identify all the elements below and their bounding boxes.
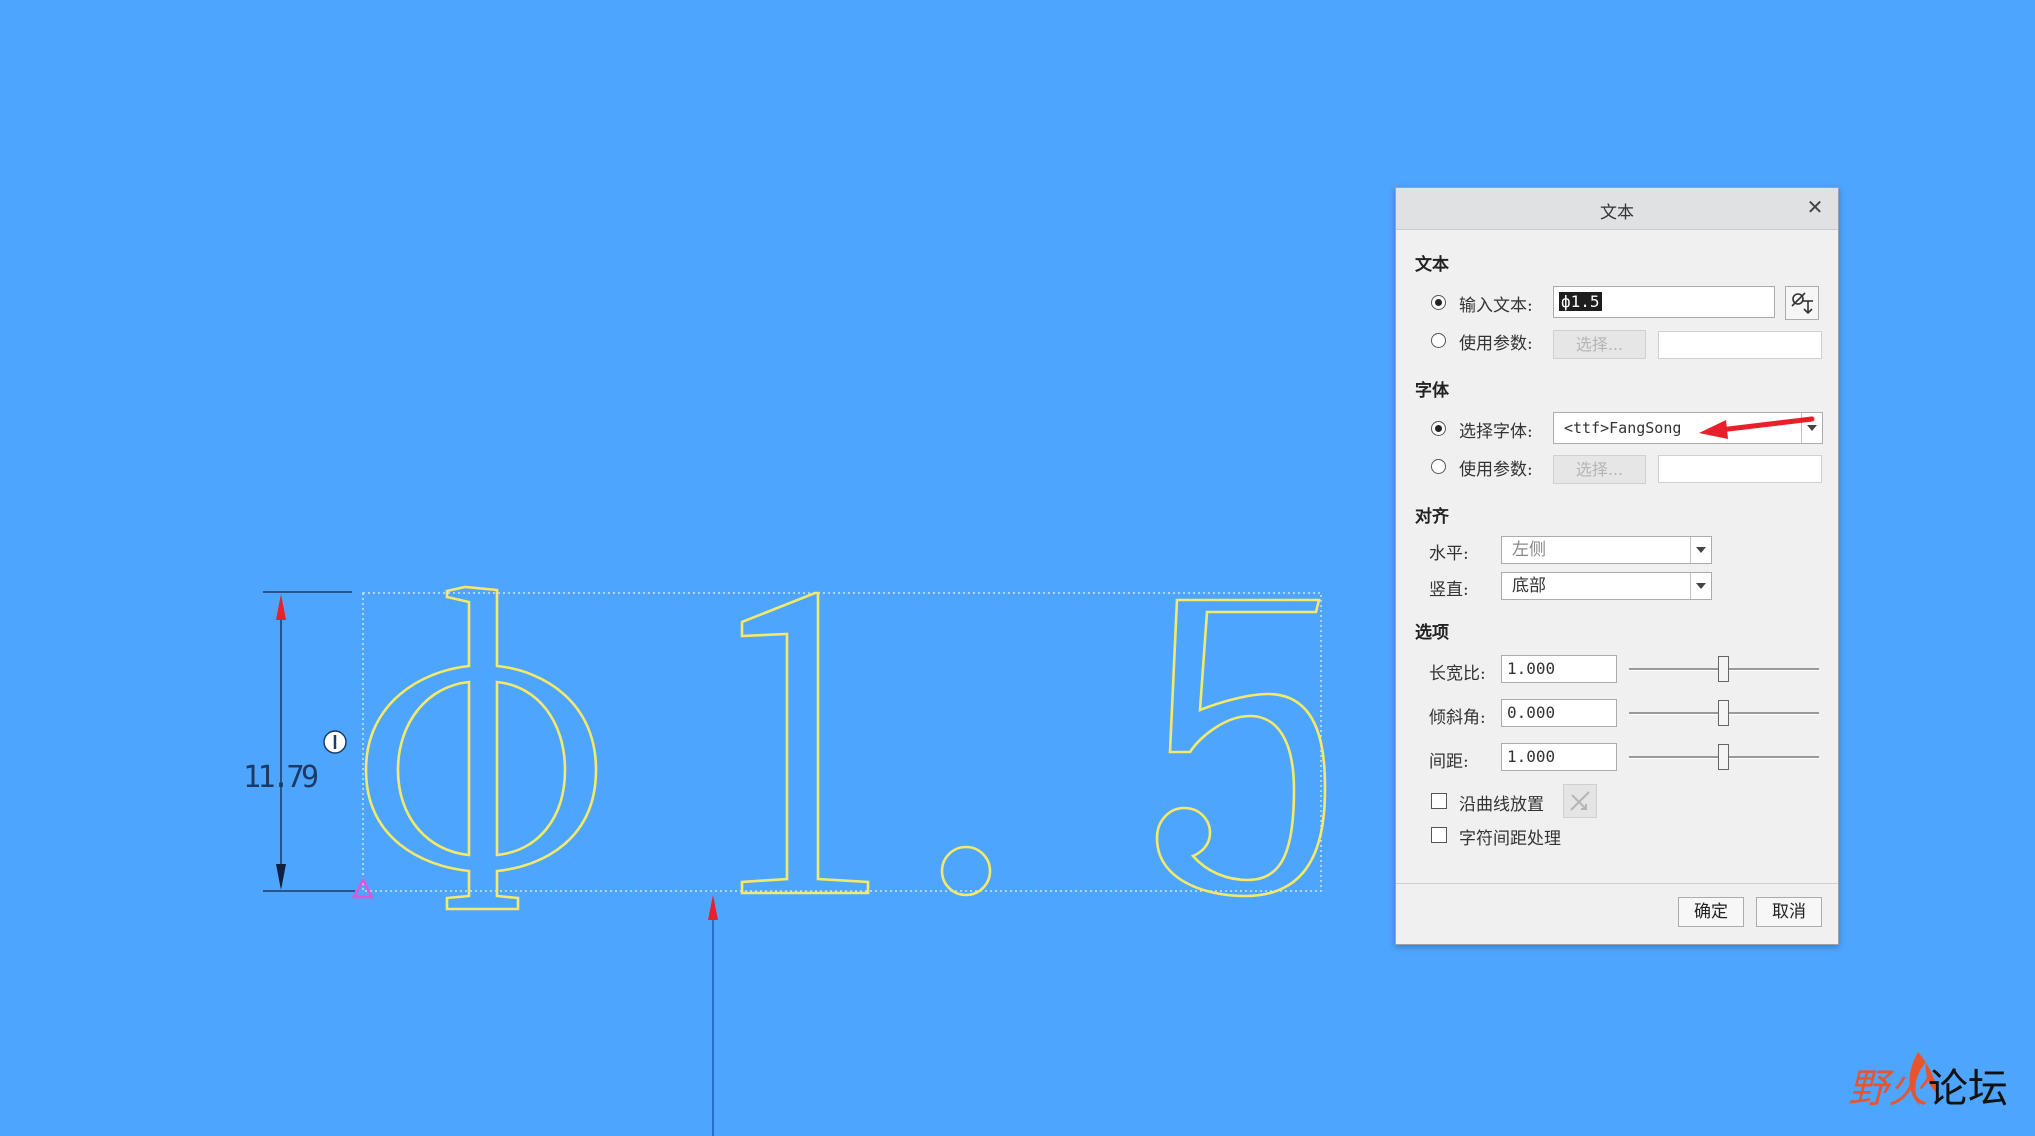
font-select-param-button[interactable]: 选择... [1553, 455, 1646, 484]
section-options-heading: 选项 [1415, 623, 1449, 643]
chevron-down-icon[interactable] [1690, 573, 1711, 599]
outlined-text[interactable] [364, 585, 1327, 911]
dimension-value[interactable]: 11.79 [243, 760, 323, 795]
symbol-icon [1791, 292, 1813, 315]
dialog-title: 文本 [1600, 203, 1634, 223]
watermark-part2: 论坛 [1928, 1066, 2008, 1112]
vertical-dropdown-value: 底部 [1512, 576, 1546, 596]
aspect-label: 长宽比: [1429, 664, 1486, 684]
text-select-param-button[interactable]: 选择... [1553, 330, 1646, 359]
cancel-button[interactable]: 取消 [1756, 897, 1822, 927]
text-use-param-radio[interactable] [1431, 333, 1446, 348]
glyph-five [1155, 598, 1327, 898]
vertical-label: 竖直: [1429, 580, 1469, 600]
aspect-field[interactable]: 1.000 [1501, 655, 1617, 683]
text-dialog: 文本 ✕ 文本 输入文本: ф1.5 使用参数: 选择... 字体 选择字体: … [1395, 187, 1839, 945]
footer-separator [1396, 883, 1838, 884]
dialog-titlebar[interactable]: 文本 ✕ [1396, 188, 1838, 230]
spacing-label: 间距: [1429, 752, 1469, 772]
input-text-label: 输入文本: [1459, 296, 1533, 316]
horizontal-dropdown-value: 左侧 [1512, 540, 1546, 560]
info-marker[interactable] [323, 730, 347, 754]
section-align-heading: 对齐 [1415, 507, 1449, 527]
slant-slider-thumb[interactable] [1718, 700, 1729, 726]
kerning-checkbox[interactable] [1431, 827, 1447, 843]
watermark-part1: 野火 [1848, 1066, 1928, 1112]
section-font-heading: 字体 [1415, 381, 1449, 401]
section-text-heading: 文本 [1415, 255, 1449, 275]
text-param-field[interactable] [1658, 331, 1822, 359]
input-text-value: ф1.5 [1559, 292, 1602, 311]
select-font-label: 选择字体: [1459, 422, 1533, 442]
curve-flip-button[interactable] [1563, 784, 1597, 818]
select-font-radio[interactable] [1431, 421, 1446, 436]
input-text-radio[interactable] [1431, 295, 1446, 310]
vertical-dropdown[interactable]: 底部 [1501, 572, 1712, 600]
dimension-arrow-bottom [276, 864, 286, 890]
font-param-field[interactable] [1658, 455, 1822, 483]
slant-label: 倾斜角: [1429, 708, 1486, 728]
input-text-field[interactable]: ф1.5 [1553, 286, 1775, 318]
along-curve-label: 沿曲线放置 [1459, 795, 1544, 815]
close-icon[interactable]: ✕ [1804, 196, 1826, 218]
placement-arrow[interactable] [708, 895, 718, 1136]
font-use-param-label: 使用参数: [1459, 460, 1533, 480]
spacing-slider-thumb[interactable] [1718, 744, 1729, 770]
glyph-dot [940, 845, 992, 897]
along-curve-checkbox[interactable] [1431, 793, 1447, 809]
horizontal-label: 水平: [1429, 544, 1469, 564]
horizontal-dropdown[interactable]: 左侧 [1501, 536, 1712, 564]
slant-field[interactable]: 0.000 [1501, 699, 1617, 727]
spacing-field[interactable]: 1.000 [1501, 743, 1617, 771]
annotation-arrow [1699, 416, 1815, 439]
ok-button[interactable]: 确定 [1678, 897, 1744, 927]
dimension-arrow-top [276, 594, 286, 620]
chevron-down-icon[interactable] [1690, 537, 1711, 563]
font-use-param-radio[interactable] [1431, 459, 1446, 474]
text-bounding-box [362, 592, 1322, 892]
flip-direction-icon [1570, 791, 1590, 811]
glyph-phi [364, 585, 598, 911]
aspect-slider-thumb[interactable] [1718, 656, 1729, 682]
glyph-one [740, 591, 870, 895]
kerning-label: 字符间距处理 [1459, 829, 1561, 849]
text-use-param-label: 使用参数: [1459, 334, 1533, 354]
watermark-logo: 野火论坛 [1848, 1056, 2008, 1114]
insert-symbol-button[interactable] [1785, 286, 1819, 320]
font-dropdown-value: <ttf>FangSong [1564, 419, 1682, 437]
